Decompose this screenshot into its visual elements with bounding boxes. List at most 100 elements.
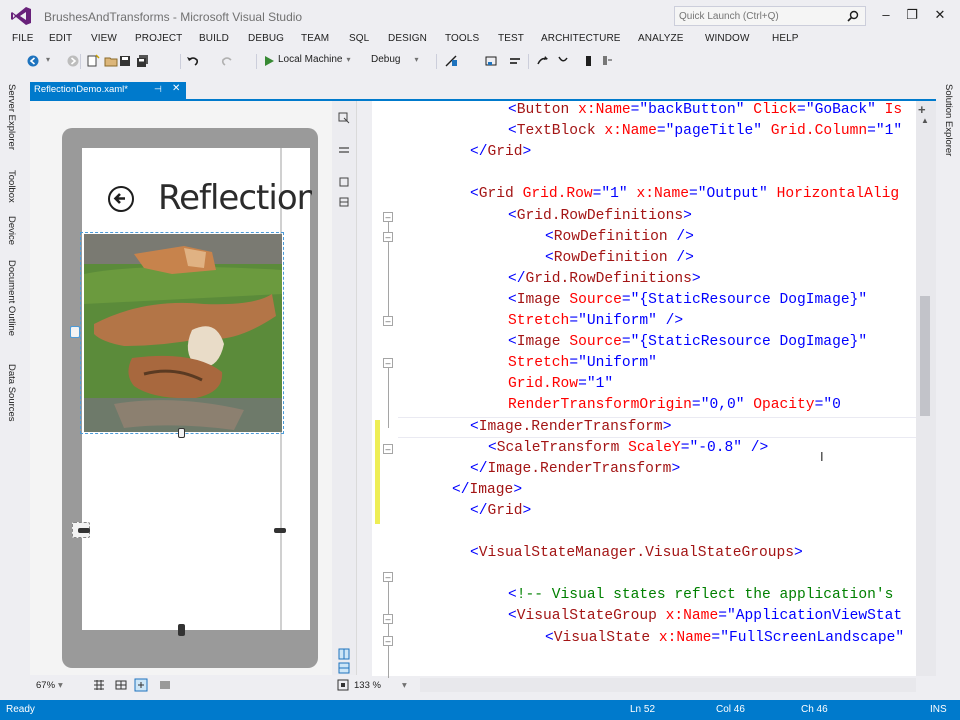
code-line[interactable]: Stretch="Uniform" /> xyxy=(508,311,683,332)
quick-launch-input[interactable] xyxy=(679,9,839,23)
code-line[interactable]: </Grid.RowDefinitions> xyxy=(508,269,701,290)
code-line[interactable]: <Image Source="{StaticResource DogImage}… xyxy=(508,290,867,311)
editor-zoom-dropdown-icon[interactable]: ▾ xyxy=(402,680,407,691)
fold-toggle-visual-state-group[interactable]: – xyxy=(383,636,393,646)
menu-tools[interactable]: TOOLS xyxy=(445,33,479,44)
grid-tool-icon[interactable] xyxy=(338,196,350,208)
menu-project[interactable]: PROJECT xyxy=(135,33,182,44)
code-line[interactable]: <ScaleTransform ScaleY="-0.8" /> xyxy=(488,438,768,459)
code-line[interactable]: RenderTransformOrigin="0,0" Opacity="0 xyxy=(508,395,841,416)
code-line[interactable]: <RowDefinition /> xyxy=(545,227,694,248)
back-navigate-icon[interactable] xyxy=(26,54,40,68)
fold-toggle-visual-state-groups[interactable]: – xyxy=(383,572,393,582)
pan-tool-icon[interactable] xyxy=(338,144,350,156)
start-debugging-icon[interactable] xyxy=(262,54,276,68)
artboard-background-icon[interactable] xyxy=(158,678,172,692)
menu-debug[interactable]: DEBUG xyxy=(248,33,284,44)
designer-zoom-dropdown-icon[interactable]: ▾ xyxy=(58,680,63,691)
save-icon[interactable] xyxy=(118,54,132,68)
menu-view[interactable]: VIEW xyxy=(91,33,117,44)
close-tab-icon[interactable]: ✕ xyxy=(172,83,180,94)
code-line[interactable]: </Image.RenderTransform> xyxy=(470,459,680,480)
code-line[interactable]: Stretch="Uniform" xyxy=(508,353,657,374)
new-project-icon[interactable] xyxy=(86,54,100,68)
device-tab[interactable]: Device xyxy=(6,216,17,245)
grid-right-bar[interactable] xyxy=(274,528,286,533)
document-outline-tab[interactable]: Document Outline xyxy=(6,260,17,336)
navigate-dropdown-icon[interactable]: ▾ xyxy=(42,54,50,65)
code-line[interactable]: Grid.Row="1" xyxy=(508,374,613,395)
pointer-tool-icon[interactable] xyxy=(338,112,350,124)
fold-toggle-render-transform[interactable]: – xyxy=(383,444,393,454)
fold-toggle-grid[interactable]: – xyxy=(383,212,393,222)
designer-zoom[interactable]: 67% xyxy=(36,680,55,691)
code-line[interactable]: <Image.RenderTransform> xyxy=(470,417,671,438)
editor-zoom[interactable]: 133 % xyxy=(354,680,381,691)
code-line[interactable]: </Grid> xyxy=(470,142,531,163)
solution-explorer-tab[interactable]: Solution Explorer xyxy=(943,84,954,156)
code-line[interactable]: <!-- Visual states reflect the applicati… xyxy=(508,585,893,606)
minimize-button[interactable]: – xyxy=(876,6,896,24)
snap-snaplines-icon[interactable] xyxy=(134,678,148,692)
redo-icon[interactable] xyxy=(220,54,234,68)
menu-help[interactable]: HELP xyxy=(772,33,799,44)
menu-sql[interactable]: SQL xyxy=(349,33,369,44)
fold-toggle-comment[interactable]: – xyxy=(383,614,393,624)
code-line[interactable]: <TextBlock x:Name="pageTitle" Grid.Colum… xyxy=(508,121,902,142)
snap-gridlines-icon[interactable] xyxy=(114,678,128,692)
server-explorer-tab[interactable]: Server Explorer xyxy=(6,84,17,150)
toolbox-tab[interactable]: Toolbox xyxy=(6,170,17,203)
menu-edit[interactable]: EDIT xyxy=(49,33,72,44)
code-line[interactable]: <VisualStateGroup x:Name="ApplicationVie… xyxy=(508,606,902,627)
restore-button[interactable]: ❐ xyxy=(902,6,922,24)
menu-architecture[interactable]: ARCHITECTURE xyxy=(541,33,621,44)
resize-handle-bottom[interactable] xyxy=(178,428,185,438)
code-line[interactable]: <VisualState x:Name="FullScreenLandscape… xyxy=(545,628,904,649)
menu-build[interactable]: BUILD xyxy=(199,33,229,44)
next-bookmark-icon[interactable] xyxy=(600,54,614,68)
undo-icon[interactable] xyxy=(186,54,200,68)
menu-design[interactable]: DESIGN xyxy=(388,33,427,44)
attach-process-icon[interactable] xyxy=(444,54,458,68)
code-line[interactable]: <Grid.RowDefinitions> xyxy=(508,206,692,227)
menu-team[interactable]: TEAM xyxy=(301,33,329,44)
toggle-comment-icon[interactable] xyxy=(508,54,522,68)
menu-test[interactable]: TEST xyxy=(498,33,524,44)
fold-toggle-image-1[interactable]: – xyxy=(383,316,393,326)
find-icon[interactable] xyxy=(536,54,550,68)
zoom-tool-icon[interactable] xyxy=(338,176,350,188)
scroll-up-icon[interactable]: ▲ xyxy=(921,116,929,125)
menu-window[interactable]: WINDOW xyxy=(705,33,749,44)
show-grid-icon[interactable] xyxy=(92,678,106,692)
pane-splitter[interactable] xyxy=(356,101,372,675)
split-vertical-icon[interactable] xyxy=(338,662,350,674)
split-horizontal-icon[interactable] xyxy=(338,648,350,660)
menu-analyze[interactable]: ANALYZE xyxy=(638,33,684,44)
document-tab-reflectiondemo[interactable]: ReflectionDemo.xaml* ⊣ ✕ xyxy=(30,82,186,99)
page-title-preview[interactable]: ReflectionDemo xyxy=(158,178,312,222)
editor-horizontal-scrollbar[interactable] xyxy=(420,678,916,692)
fit-selection-icon[interactable] xyxy=(336,678,350,692)
find-in-files-icon[interactable] xyxy=(556,54,570,68)
code-line[interactable]: <Button x:Name="backButton" Click="GoBac… xyxy=(508,100,902,121)
forward-navigate-icon[interactable] xyxy=(66,54,80,68)
code-line[interactable]: <RowDefinition /> xyxy=(545,248,694,269)
run-target-dropdown[interactable]: Local Machine ▾ xyxy=(278,54,351,65)
editor-scroll-thumb[interactable] xyxy=(920,296,930,416)
search-icon[interactable] xyxy=(847,10,859,22)
menu-file[interactable]: FILE xyxy=(12,33,34,44)
configuration-dropdown[interactable]: Debug ▾ xyxy=(371,54,418,65)
fold-toggle-image-2[interactable]: – xyxy=(383,358,393,368)
code-line[interactable]: <VisualStateManager.VisualStateGroups> xyxy=(470,543,803,564)
pin-tab-icon[interactable]: ⊣ xyxy=(154,84,162,95)
fold-toggle-rowdefinitions[interactable]: – xyxy=(383,232,393,242)
open-file-icon[interactable] xyxy=(104,54,118,68)
add-split-icon[interactable]: + xyxy=(918,102,926,117)
quick-launch-box[interactable] xyxy=(674,6,866,26)
row-resize-handle[interactable] xyxy=(70,326,80,338)
back-button-preview[interactable] xyxy=(108,186,134,212)
code-line[interactable]: <Image Source="{StaticResource DogImage}… xyxy=(508,332,867,353)
data-sources-tab[interactable]: Data Sources xyxy=(6,364,17,422)
close-button[interactable]: ✕ xyxy=(930,6,950,24)
step-over-icon[interactable] xyxy=(484,54,498,68)
